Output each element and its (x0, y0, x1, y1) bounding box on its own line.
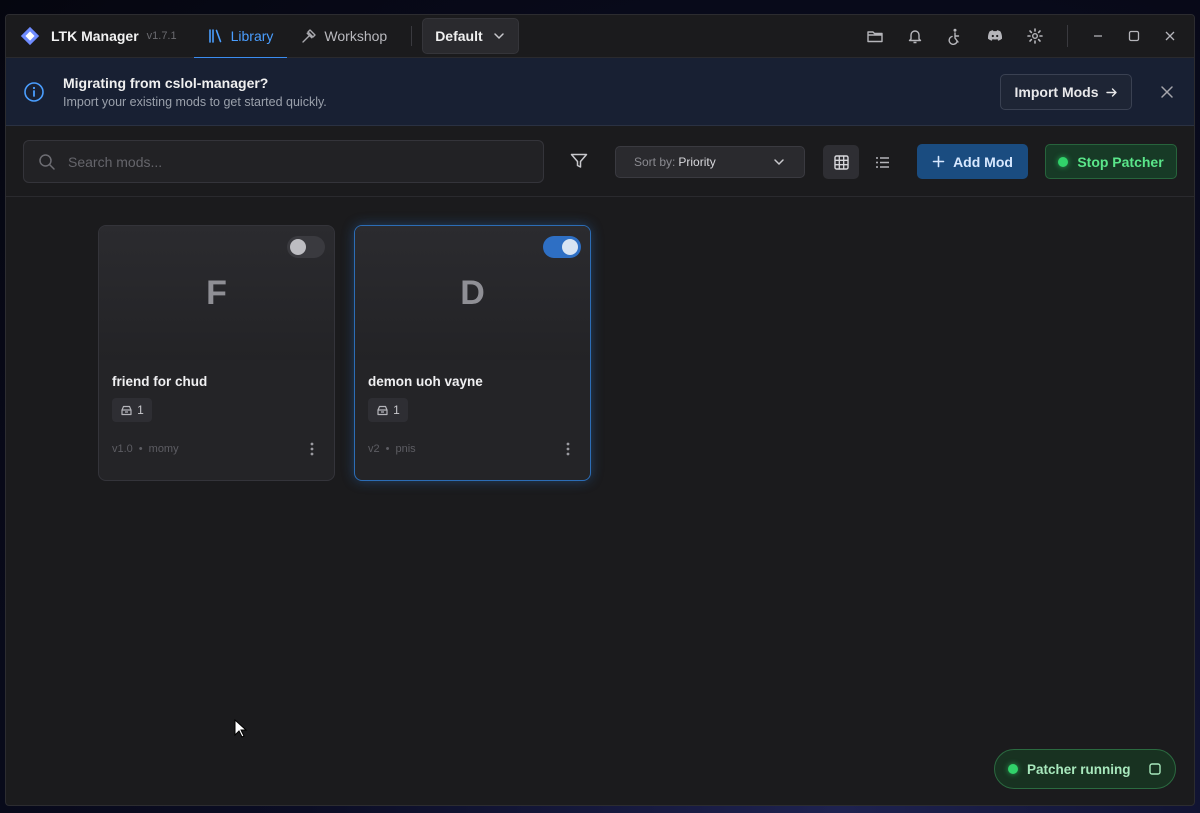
sort-select[interactable]: Sort by: Priority (615, 146, 805, 178)
import-mods-label: Import Mods (1014, 84, 1099, 100)
search-icon (39, 153, 55, 170)
grid-view-button[interactable] (823, 145, 859, 179)
meta-separator: • (138, 443, 143, 455)
maximize-button[interactable] (1116, 15, 1152, 58)
search-box (23, 140, 544, 183)
discord-icon (987, 30, 1003, 41)
stop-patcher-label: Stop Patcher (1077, 153, 1164, 170)
maximize-icon (1128, 30, 1140, 42)
plus-icon (932, 155, 945, 168)
open-folder-button[interactable] (855, 15, 895, 58)
banner-text: Migrating from cslol-manager? Import you… (63, 75, 327, 109)
banner-subtitle: Import your existing mods to get started… (63, 94, 327, 109)
stop-patcher-button[interactable]: Stop Patcher (1045, 144, 1177, 179)
tab-library[interactable]: Library (193, 15, 288, 59)
hammer-icon (302, 29, 317, 43)
notifications-button[interactable] (895, 15, 935, 58)
chevron-down-icon (494, 33, 504, 40)
mod-file-count: 1 (393, 403, 400, 417)
list-icon (875, 156, 889, 168)
mouse-cursor-icon (234, 719, 248, 738)
close-icon (1165, 31, 1175, 41)
folder-icon (867, 31, 883, 43)
library-icon (208, 29, 221, 43)
stop-square-icon[interactable] (1148, 762, 1162, 776)
profile-select-value: Default (435, 28, 483, 44)
add-mod-label: Add Mod (953, 153, 1013, 170)
accessibility-button[interactable] (935, 15, 975, 58)
titlebar-divider (411, 26, 413, 46)
profile-select[interactable]: Default (422, 18, 520, 54)
tab-workshop[interactable]: Workshop (287, 15, 401, 58)
mod-card[interactable]: D demon uoh vayne 1 v2 • pnis (354, 225, 591, 481)
title-bar: LTK Manager v1.7.1 Library Workshop Defa… (6, 15, 1194, 59)
info-icon (24, 81, 44, 102)
mod-initial: F (206, 273, 227, 312)
minimize-button[interactable] (1080, 15, 1116, 58)
import-mods-button[interactable]: Import Mods (1000, 74, 1132, 110)
toggle-knob (290, 239, 306, 255)
sort-value: Priority (678, 155, 716, 169)
minimize-icon (1094, 35, 1102, 37)
tab-workshop-label: Workshop (324, 28, 388, 44)
gear-icon (1027, 28, 1043, 44)
bell-icon (908, 30, 922, 44)
mod-author: momy (148, 443, 179, 455)
app-window: LTK Manager v1.7.1 Library Workshop Defa… (5, 14, 1195, 806)
library-toolbar: Sort by: Priority Add Mod (6, 126, 1194, 197)
mod-file-count: 1 (137, 403, 144, 417)
mod-menu-button[interactable] (303, 440, 321, 458)
mod-file-count-badge: 1 (368, 398, 408, 422)
mod-thumbnail: D (355, 226, 590, 360)
sort-prefix: Sort by: (634, 155, 676, 169)
mod-grid: F friend for chud 1 v1.0 • momy D demon … (6, 198, 1194, 805)
more-vertical-icon (566, 442, 570, 456)
settings-button[interactable] (1015, 15, 1055, 58)
mod-menu-button[interactable] (559, 440, 577, 458)
discord-button[interactable] (975, 15, 1015, 58)
patcher-status-pill[interactable]: Patcher running (994, 749, 1176, 789)
meta-separator: • (385, 443, 390, 455)
mod-initial: D (460, 273, 485, 312)
accessibility-icon (948, 28, 960, 45)
banner-close-icon[interactable] (1158, 83, 1176, 101)
grid-icon (833, 154, 849, 170)
close-window-button[interactable] (1152, 15, 1188, 58)
ltk-logo-icon (20, 26, 40, 46)
mod-enable-toggle[interactable] (287, 236, 325, 258)
list-view-button[interactable] (864, 145, 900, 179)
mod-name: demon uoh vayne (368, 374, 483, 389)
migration-banner: Migrating from cslol-manager? Import you… (6, 58, 1194, 126)
filter-icon[interactable] (569, 151, 589, 171)
titlebar-separator (1067, 25, 1068, 47)
archive-icon (377, 405, 388, 415)
running-dot-icon (1058, 156, 1069, 167)
archive-icon (121, 405, 132, 415)
banner-title: Migrating from cslol-manager? (63, 74, 269, 91)
mod-card[interactable]: F friend for chud 1 v1.0 • momy (98, 225, 335, 481)
arrow-right-icon (1105, 87, 1117, 97)
chevron-down-icon (774, 159, 784, 166)
app-name: LTK Manager (51, 28, 139, 44)
mod-meta: v2 • pnis (368, 440, 577, 458)
toggle-knob (562, 239, 578, 255)
add-mod-button[interactable]: Add Mod (917, 144, 1028, 179)
mod-enable-toggle[interactable] (543, 236, 581, 258)
mod-file-count-badge: 1 (112, 398, 152, 422)
mod-author: pnis (395, 443, 416, 455)
patcher-status-label: Patcher running (1027, 761, 1131, 777)
running-dot-icon (1008, 764, 1018, 774)
titlebar-actions (855, 15, 1194, 58)
mod-name: friend for chud (112, 374, 208, 389)
mod-version: v2 (368, 443, 380, 455)
mod-thumbnail: F (99, 226, 334, 360)
mod-version: v1.0 (112, 443, 133, 455)
app-logo (19, 25, 41, 47)
search-input[interactable] (68, 153, 528, 170)
mod-meta: v1.0 • momy (112, 440, 321, 458)
app-version: v1.7.1 (146, 30, 177, 42)
more-vertical-icon (310, 442, 314, 456)
tab-library-label: Library (230, 28, 274, 44)
